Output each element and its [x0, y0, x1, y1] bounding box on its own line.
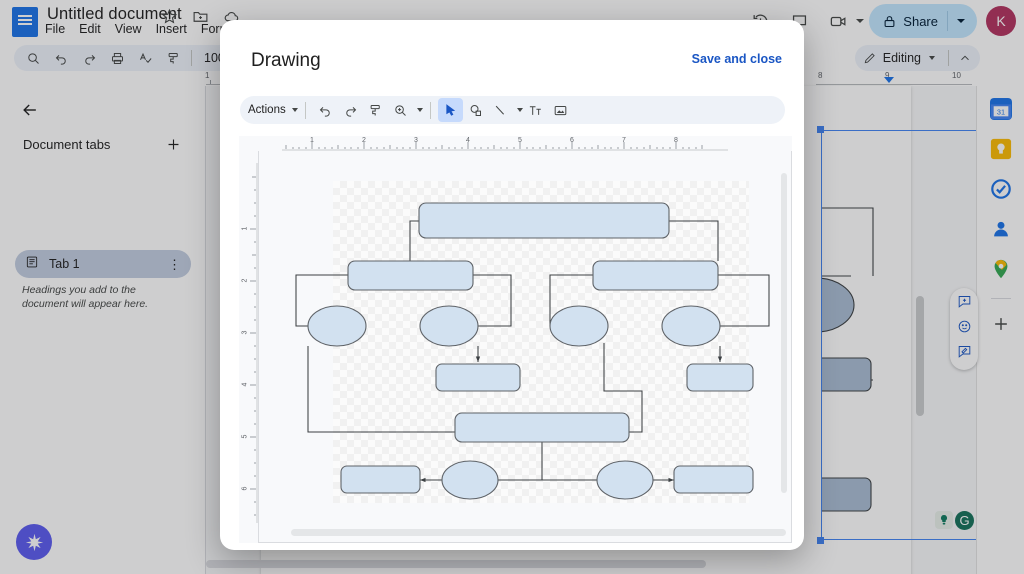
paint-format-icon[interactable] [363, 98, 388, 122]
actions-menu-button[interactable]: Actions [248, 104, 288, 116]
canvas-horizontal-scrollbar[interactable] [291, 529, 786, 536]
ruler-corner [239, 136, 258, 151]
node-ble[interactable] [442, 461, 498, 499]
image-tool-icon[interactable] [548, 98, 573, 122]
node-r2[interactable] [687, 364, 753, 391]
toolbar-divider-2 [430, 102, 431, 119]
edge-r1-r1b [718, 275, 769, 326]
text-box-icon[interactable] [523, 98, 548, 122]
flowchart[interactable] [259, 151, 792, 543]
node-l1[interactable] [348, 261, 473, 290]
canvas-vertical-scrollbar[interactable] [781, 173, 787, 493]
node-bl[interactable] [341, 466, 420, 493]
edge-l1a-mid [308, 346, 455, 432]
zoom-chevron-down-icon[interactable] [417, 108, 423, 112]
redo-icon[interactable] [338, 98, 363, 122]
node-r1[interactable] [593, 261, 718, 290]
toolbar-divider [305, 102, 306, 119]
drawing-dialog: Drawing Save and close Actions [220, 20, 804, 550]
edge-root-r1 [669, 221, 718, 261]
edge-root-l1 [410, 221, 419, 261]
node-l1a[interactable] [308, 306, 366, 346]
select-tool-icon[interactable] [438, 98, 463, 122]
node-r1b[interactable] [662, 306, 720, 346]
node-br[interactable] [674, 466, 753, 493]
shape-tool-icon[interactable] [463, 98, 488, 122]
vruler-ticks [239, 151, 258, 543]
node-r1a[interactable] [550, 306, 608, 346]
save-and-close-button[interactable]: Save and close [692, 52, 782, 66]
node-mid[interactable] [455, 413, 629, 442]
node-root[interactable] [419, 203, 669, 238]
node-l1b[interactable] [420, 306, 478, 346]
drawing-canvas-wrap: 1 2 3 4 5 6 7 8 [239, 136, 792, 550]
drawing-toolbar: Actions [240, 96, 785, 124]
canvas-vertical-ruler: 1 2 3 4 5 6 [239, 151, 258, 543]
app-root: Untitled document File Edit View Insert … [0, 0, 1024, 574]
line-chevron-down-icon[interactable] [517, 108, 523, 112]
edge-l1-l1b [473, 275, 511, 326]
zoom-icon[interactable] [388, 98, 413, 122]
flowchart-nodes [308, 203, 753, 499]
line-tool-icon[interactable] [488, 98, 513, 122]
undo-icon[interactable] [313, 98, 338, 122]
drawing-canvas[interactable] [258, 151, 792, 543]
node-l2[interactable] [436, 364, 520, 391]
hruler-ticks [258, 136, 792, 151]
dialog-title: Drawing [251, 50, 321, 72]
actions-chevron-down-icon[interactable] [292, 108, 298, 112]
canvas-horizontal-ruler: 1 2 3 4 5 6 7 8 [258, 136, 792, 151]
node-bre[interactable] [597, 461, 653, 499]
